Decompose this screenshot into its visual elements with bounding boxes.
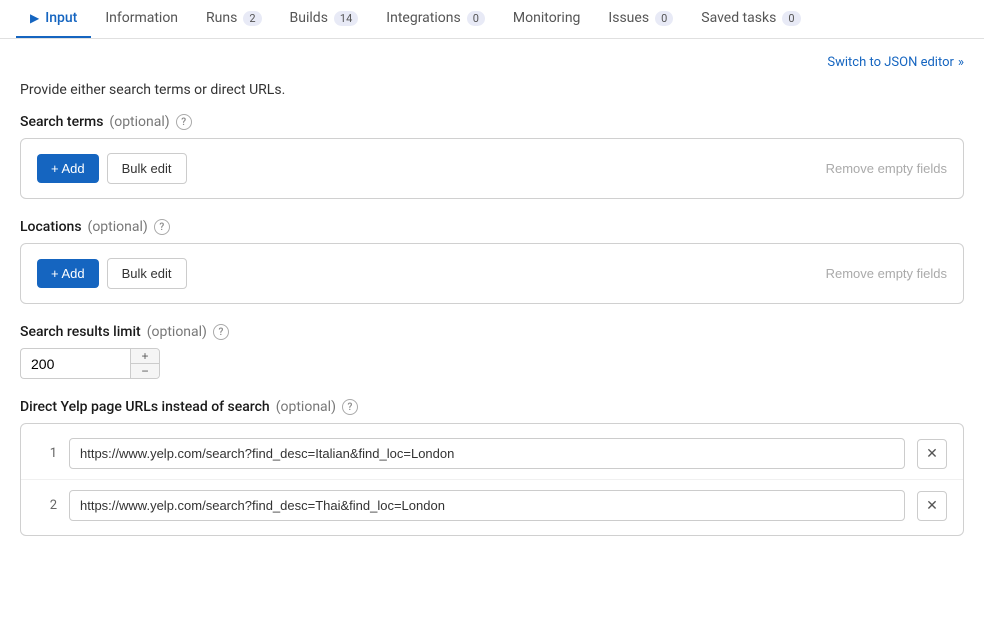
- search-results-limit-input-wrapper: + −: [20, 348, 180, 379]
- runs-badge: 2: [243, 11, 261, 26]
- url-row: 1 ✕: [21, 428, 963, 480]
- search-terms-section: Search terms (optional) ? + Add Bulk edi…: [20, 114, 964, 199]
- locations-section: Locations (optional) ? + Add Bulk edit R…: [20, 219, 964, 304]
- search-terms-help-icon[interactable]: ?: [176, 114, 192, 130]
- tab-saved-tasks[interactable]: Saved tasks 0: [687, 0, 814, 38]
- locations-remove-empty-button[interactable]: Remove empty fields: [826, 266, 947, 281]
- remove-url-button[interactable]: ✕: [917, 491, 947, 521]
- locations-add-button[interactable]: + Add: [37, 259, 99, 288]
- search-results-limit-help-icon[interactable]: ?: [213, 324, 229, 340]
- direct-urls-help-icon[interactable]: ?: [342, 399, 358, 415]
- tab-information[interactable]: Information: [91, 0, 192, 38]
- search-terms-box: + Add Bulk edit Remove empty fields: [20, 138, 964, 199]
- search-terms-add-button[interactable]: + Add: [37, 154, 99, 183]
- locations-controls: + Add Bulk edit: [37, 258, 187, 289]
- search-terms-controls: + Add Bulk edit: [37, 153, 187, 184]
- url-input[interactable]: [69, 490, 905, 521]
- tab-runs[interactable]: Runs 2: [192, 0, 276, 38]
- search-results-limit-section: Search results limit (optional) ? + −: [20, 324, 964, 379]
- search-results-limit-label: Search results limit (optional) ?: [20, 324, 964, 340]
- url-number: 2: [37, 498, 57, 513]
- search-results-limit-input[interactable]: [20, 348, 130, 379]
- tab-monitoring[interactable]: Monitoring: [499, 0, 595, 38]
- search-results-limit-stepper: + −: [130, 348, 160, 379]
- issues-badge: 0: [655, 11, 673, 26]
- direct-urls-section: Direct Yelp page URLs instead of search …: [20, 399, 964, 536]
- url-input[interactable]: [69, 438, 905, 469]
- remove-url-button[interactable]: ✕: [917, 439, 947, 469]
- description-text: Provide either search terms or direct UR…: [20, 82, 964, 98]
- direct-urls-box: 1 ✕ 2 ✕: [20, 423, 964, 536]
- locations-box: + Add Bulk edit Remove empty fields: [20, 243, 964, 304]
- top-bar: Switch to JSON editor »: [20, 55, 964, 70]
- locations-label: Locations (optional) ?: [20, 219, 964, 235]
- integrations-badge: 0: [467, 11, 485, 26]
- tab-integrations[interactable]: Integrations 0: [372, 0, 499, 38]
- decrement-button[interactable]: −: [131, 364, 159, 378]
- switch-to-json-link[interactable]: Switch to JSON editor »: [827, 55, 964, 70]
- url-number: 1: [37, 446, 57, 461]
- search-terms-bulk-edit-button[interactable]: Bulk edit: [107, 153, 187, 184]
- saved-tasks-badge: 0: [782, 11, 800, 26]
- main-content: Switch to JSON editor » Provide either s…: [0, 39, 984, 572]
- builds-badge: 14: [334, 11, 358, 26]
- url-row: 2 ✕: [21, 480, 963, 531]
- tab-input[interactable]: ▶ Input: [16, 0, 91, 38]
- tab-builds[interactable]: Builds 14: [276, 0, 373, 38]
- play-icon: ▶: [30, 11, 39, 25]
- tab-issues[interactable]: Issues 0: [594, 0, 687, 38]
- search-terms-remove-empty-button[interactable]: Remove empty fields: [826, 161, 947, 176]
- direct-urls-label: Direct Yelp page URLs instead of search …: [20, 399, 964, 415]
- chevron-right-icon: »: [958, 55, 964, 70]
- locations-help-icon[interactable]: ?: [154, 219, 170, 235]
- locations-bulk-edit-button[interactable]: Bulk edit: [107, 258, 187, 289]
- search-terms-label: Search terms (optional) ?: [20, 114, 964, 130]
- increment-button[interactable]: +: [131, 349, 159, 364]
- tab-bar: ▶ Input Information Runs 2 Builds 14 Int…: [0, 0, 984, 39]
